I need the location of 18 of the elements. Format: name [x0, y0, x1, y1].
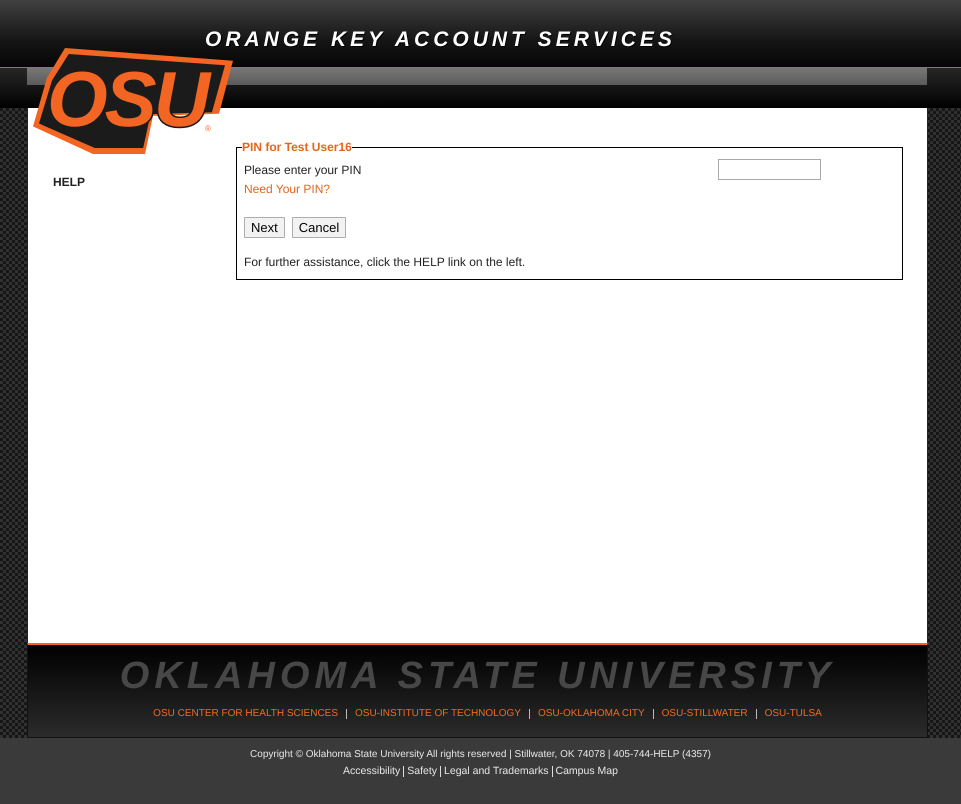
form-button[interactable]: Cancel — [292, 217, 346, 238]
pin-label: Please enter your PIN — [244, 162, 362, 176]
copyright-text: Copyright © Oklahoma State University All rights reserved | Stillwater, OK 74078 | 405-744-HELP (4357) — [250, 748, 711, 762]
assistance-note: For further assistance, click the HELP link on the left. — [244, 255, 526, 269]
campus-link[interactable]: OSU CENTER FOR HEALTH SCIENCES — [153, 707, 338, 721]
campus-link[interactable]: OSU-TULSA — [764, 707, 822, 721]
footer-link[interactable]: Legal and Trademarks — [444, 763, 548, 779]
campus-link[interactable]: OSU-OKLAHOMA CITY — [538, 707, 645, 721]
campus-link[interactable]: OSU-INSTITUTE OF TECHNOLOGY — [355, 707, 521, 721]
footer-link[interactable]: Safety — [407, 763, 438, 779]
sidebar-link[interactable]: HELP — [53, 175, 86, 189]
footer-link[interactable]: Accessibility — [343, 763, 400, 779]
form-legend: PIN for Test User16 — [242, 140, 352, 154]
footer-link[interactable]: Campus Map — [556, 763, 618, 779]
campus-link[interactable]: OSU-STILLWATER — [662, 707, 748, 721]
form-button[interactable]: Next — [244, 217, 285, 238]
university-wordmark: OKLAHOMA STATE UNIVERSITY — [120, 656, 836, 696]
pin-field[interactable] — [718, 159, 821, 180]
